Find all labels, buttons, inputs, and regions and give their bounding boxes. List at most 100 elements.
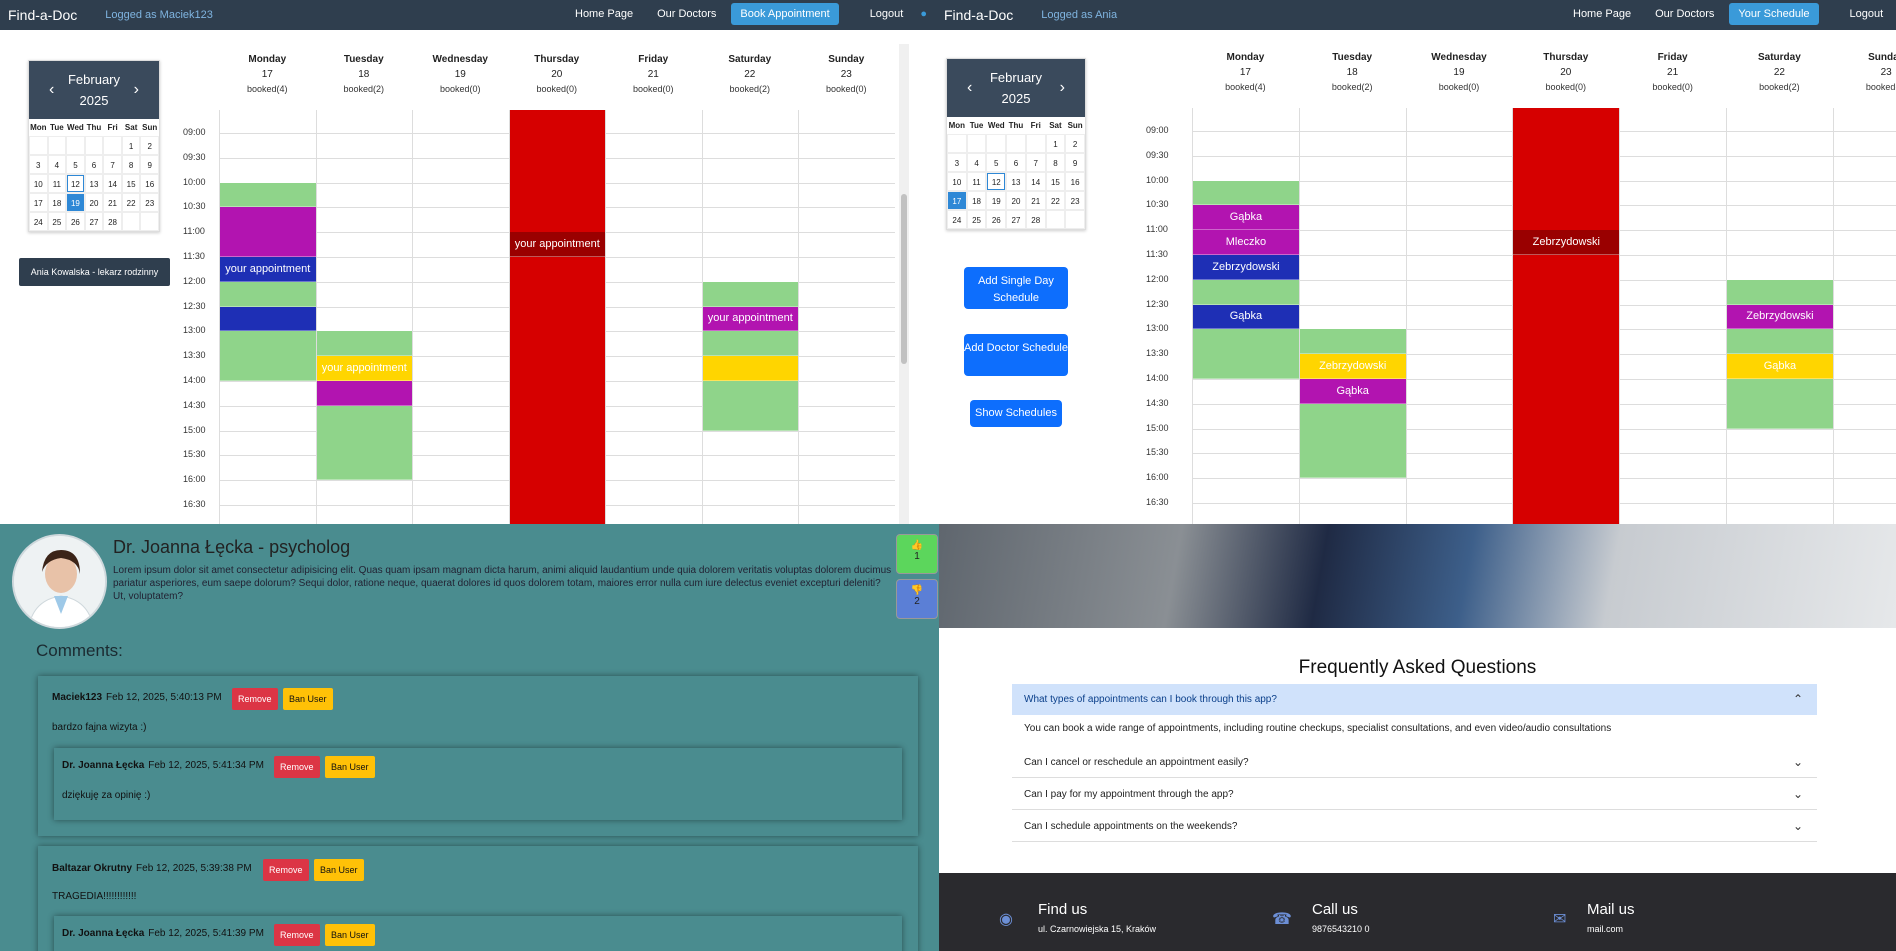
- ban-user-button[interactable]: Ban User: [283, 688, 333, 710]
- remove-comment-button[interactable]: Remove: [263, 859, 309, 881]
- calendar-day[interactable]: 3: [947, 153, 967, 172]
- schedule-slot[interactable]: [220, 182, 316, 208]
- day-column-header[interactable]: Tuesday 18 booked(2): [1299, 50, 1406, 95]
- schedule-slot[interactable]: [1299, 329, 1406, 355]
- remove-comment-button[interactable]: Remove: [274, 756, 320, 778]
- calendar-day[interactable]: 19: [986, 191, 1007, 210]
- calendar-day[interactable]: 17: [29, 193, 48, 212]
- schedule-slot[interactable]: [1727, 379, 1833, 429]
- calendar-day[interactable]: 26: [986, 210, 1007, 229]
- nav-logout[interactable]: Logout: [861, 3, 913, 25]
- calendar-day[interactable]: 25: [47, 212, 67, 231]
- schedule-slot[interactable]: [702, 356, 798, 381]
- calendar-day[interactable]: 21: [1025, 191, 1046, 210]
- nav-logout[interactable]: Logout: [1841, 3, 1893, 25]
- add-doctor-schedule-button[interactable]: Add Doctor Schedule: [964, 334, 1068, 376]
- calendar-day[interactable]: 7: [103, 155, 122, 174]
- calendar-day[interactable]: 14: [103, 174, 122, 193]
- calendar-day[interactable]: 1: [1045, 134, 1066, 153]
- next-month-icon[interactable]: ›: [134, 79, 139, 100]
- day-column-header[interactable]: Sunday 23 booked(0): [1833, 50, 1896, 95]
- calendar-day[interactable]: 27: [84, 212, 104, 231]
- schedule-slot[interactable]: [220, 331, 316, 381]
- calendar-day[interactable]: 12: [66, 174, 85, 193]
- brand-logo[interactable]: Find-a-Doc: [8, 7, 77, 23]
- calendar-day[interactable]: 5: [66, 155, 85, 174]
- appointment-slot[interactable]: your appointment: [702, 306, 798, 332]
- calendar-day[interactable]: 11: [47, 174, 67, 193]
- prev-month-icon[interactable]: ‹: [967, 77, 972, 98]
- schedule-slot[interactable]: [509, 110, 605, 524]
- calendar-day[interactable]: 6: [84, 155, 104, 174]
- faq-question-3[interactable]: Can I pay for my appointment through the…: [1012, 779, 1817, 810]
- calendar-day[interactable]: 16: [140, 174, 159, 193]
- calendar-day[interactable]: 4: [47, 155, 67, 174]
- scrollbar-thumb[interactable]: [900, 194, 907, 364]
- schedule-slot[interactable]: [1299, 403, 1406, 479]
- calendar-day[interactable]: 2: [1065, 134, 1085, 153]
- calendar-day[interactable]: 5: [986, 153, 1007, 172]
- day-column-header[interactable]: Saturday 22 booked(2): [702, 52, 799, 97]
- calendar-day[interactable]: 8: [1045, 153, 1066, 172]
- calendar-day[interactable]: 20: [1006, 191, 1026, 210]
- calendar-day[interactable]: 15: [121, 174, 141, 193]
- calendar-day[interactable]: 8: [121, 155, 141, 174]
- calendar-day[interactable]: 11: [966, 172, 987, 191]
- faq-question-4[interactable]: Can I schedule appointments on the weeke…: [1012, 811, 1817, 842]
- user-icon[interactable]: ●: [918, 8, 929, 20]
- calendar-day[interactable]: 14: [1025, 172, 1046, 191]
- calendar-day[interactable]: 9: [140, 155, 159, 174]
- appointment-slot[interactable]: Mleczko: [1193, 230, 1299, 255]
- appointment-slot[interactable]: your appointment: [509, 232, 605, 257]
- calendar-day[interactable]: 19: [66, 193, 85, 212]
- calendar-day[interactable]: 22: [121, 193, 141, 212]
- doctor-select-button[interactable]: Ania Kowalska - lekarz rodzinny: [19, 258, 170, 286]
- appointment-slot[interactable]: your appointment: [316, 356, 412, 381]
- faq-question-2[interactable]: Can I cancel or reschedule an appointmen…: [1012, 747, 1817, 778]
- faq-question-1[interactable]: What types of appointments can I book th…: [1012, 684, 1817, 715]
- day-column-header[interactable]: Friday 21 booked(0): [1619, 50, 1726, 95]
- calendar-day[interactable]: 24: [29, 212, 48, 231]
- calendar-day[interactable]: 7: [1025, 153, 1046, 172]
- schedule-slot[interactable]: [1727, 329, 1833, 355]
- calendar-day[interactable]: 10: [947, 172, 967, 191]
- day-column-header[interactable]: Thursday 20 booked(0): [1512, 50, 1619, 95]
- calendar-day[interactable]: 25: [966, 210, 987, 229]
- day-column-header[interactable]: Monday 17 booked(4): [219, 52, 316, 97]
- day-column-header[interactable]: Wednesday 19 booked(0): [412, 52, 509, 97]
- calendar-day[interactable]: 26: [66, 212, 85, 231]
- schedule-slot[interactable]: [220, 306, 316, 332]
- nav-home[interactable]: Home Page: [1564, 3, 1640, 25]
- calendar-day[interactable]: 2: [140, 136, 159, 155]
- calendar-day[interactable]: 23: [1065, 191, 1085, 210]
- day-column-header[interactable]: Wednesday 19 booked(0): [1406, 50, 1513, 95]
- nav-our-doctors[interactable]: Our Doctors: [648, 3, 725, 25]
- calendar-scrollbar[interactable]: [898, 44, 909, 524]
- schedule-slot[interactable]: [702, 331, 798, 357]
- calendar-day[interactable]: 13: [84, 174, 104, 193]
- ban-user-button[interactable]: Ban User: [325, 924, 375, 946]
- remove-comment-button[interactable]: Remove: [274, 924, 320, 946]
- calendar-day[interactable]: 6: [1006, 153, 1026, 172]
- ban-user-button[interactable]: Ban User: [325, 756, 375, 778]
- day-column-header[interactable]: Friday 21 booked(0): [605, 52, 702, 97]
- nav-book-appointment[interactable]: Book Appointment: [731, 3, 839, 25]
- calendar-day[interactable]: 22: [1045, 191, 1066, 210]
- schedule-slot[interactable]: [220, 281, 316, 307]
- calendar-day[interactable]: 18: [966, 191, 987, 210]
- schedule-slot[interactable]: [220, 207, 316, 257]
- ban-user-button[interactable]: Ban User: [314, 859, 364, 881]
- nav-home[interactable]: Home Page: [566, 3, 642, 25]
- appointment-slot[interactable]: Gąbka: [1193, 304, 1299, 330]
- day-column-header[interactable]: Monday 17 booked(4): [1192, 50, 1299, 95]
- show-schedules-button[interactable]: Show Schedules: [970, 400, 1062, 427]
- remove-comment-button[interactable]: Remove: [232, 688, 278, 710]
- like-button[interactable]: 👍 1: [896, 534, 938, 574]
- dislike-button[interactable]: 👎 2: [896, 579, 938, 619]
- schedule-slot[interactable]: [1193, 329, 1299, 379]
- add-single-day-schedule-button[interactable]: Add Single Day Schedule: [964, 267, 1068, 309]
- day-column-header[interactable]: Tuesday 18 booked(2): [316, 52, 413, 97]
- calendar-day[interactable]: 21: [103, 193, 122, 212]
- calendar-day[interactable]: 17: [947, 191, 967, 210]
- appointment-slot[interactable]: your appointment: [220, 257, 316, 282]
